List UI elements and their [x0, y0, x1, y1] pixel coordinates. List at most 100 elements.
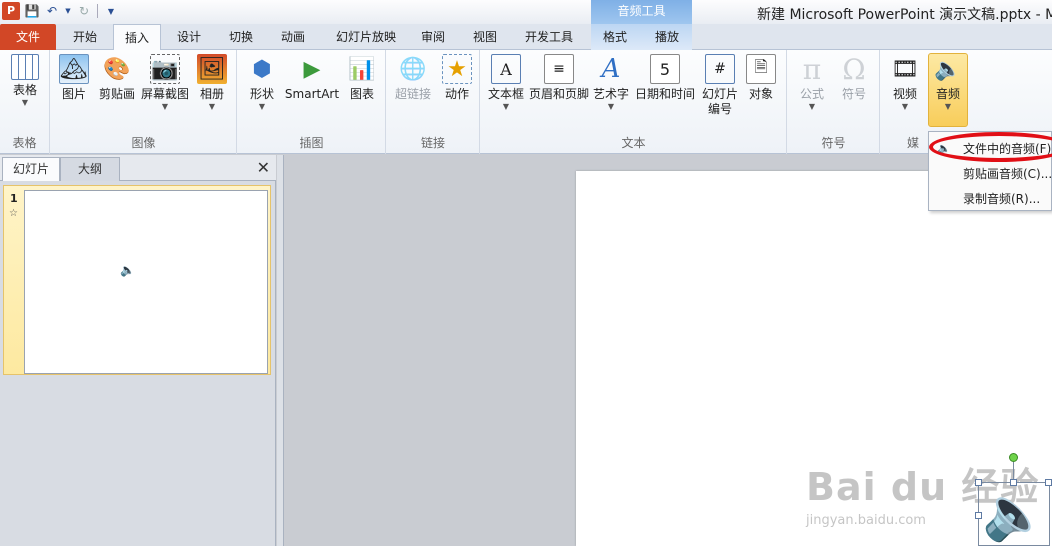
slide-thumbnail-selected[interactable]: 1 ☆ 🔈 [3, 185, 271, 375]
clipart-label: 剪贴画 [98, 87, 135, 101]
close-icon[interactable]: ✕ [257, 158, 270, 177]
album-button[interactable]: 🖼 相册 ▼ [195, 54, 229, 112]
speaker-icon: 🔈 [120, 263, 135, 277]
shapes-icon: ⬢ [252, 56, 272, 82]
window-title: 新建 Microsoft PowerPoint 演示文稿.pptx - Mic [757, 7, 1052, 23]
smartart-button[interactable]: ▶ SmartArt [284, 54, 340, 102]
textbox-icon: A [491, 54, 521, 84]
chevron-down-icon: ▼ [502, 102, 510, 111]
menu-item-record-audio[interactable]: 录制音频(R)... [963, 190, 1040, 207]
action-button[interactable]: ★ 动作 [439, 54, 475, 102]
chart-icon: 📊 [348, 56, 376, 82]
video-button[interactable]: 🎞 视频 ▼ [885, 54, 925, 112]
textbox-label: 文本框 [487, 87, 524, 101]
textbox-button[interactable]: A 文本框 ▼ [485, 54, 527, 112]
tab-animations[interactable]: 动画 [269, 24, 317, 50]
shapes-label: 形状 [249, 87, 274, 101]
album-label: 相册 [199, 87, 224, 101]
wordart-button[interactable]: A 艺术字 ▼ [591, 54, 631, 112]
audio-speaker-icon[interactable]: 🔈 [982, 488, 1047, 540]
tab-format[interactable]: 格式 [593, 24, 637, 50]
table-button[interactable]: 表格 ▼ [4, 54, 46, 108]
group-label-links: 链接 [420, 136, 445, 150]
chevron-down-icon: ▼ [161, 102, 169, 111]
symbol-label: 符号 [841, 87, 866, 101]
rotation-handle[interactable] [1009, 453, 1018, 462]
object-label: 对象 [748, 87, 773, 101]
redo-icon[interactable]: ↻ [76, 3, 92, 19]
tab-home[interactable]: 开始 [60, 24, 110, 50]
save-icon[interactable]: 💾 [24, 3, 40, 19]
resize-handle-nw[interactable] [975, 479, 982, 486]
film-reel-icon: 🎞 [891, 56, 919, 82]
group-illustrations: ⬢ 形状 ▼ ▶ SmartArt 📊 图表 插图 [238, 50, 386, 154]
tab-outline[interactable]: 大纲 [60, 157, 120, 181]
group-label-illustrations: 插图 [299, 136, 324, 150]
group-images: 🏔 图片 🎨 剪贴画 📷 屏幕截图 ▼ 🖼 相册 ▼ 图像 [51, 50, 237, 154]
chart-button[interactable]: 📊 图表 [344, 54, 380, 102]
hyperlink-label: 超链接 [394, 87, 431, 101]
powerpoint-logo-icon[interactable]: P [2, 2, 20, 20]
picture-button[interactable]: 🏔 图片 [57, 54, 91, 102]
chart-label: 图表 [349, 87, 374, 101]
slide-number-label-1: 幻灯片 [701, 87, 738, 101]
qat-separator [97, 4, 98, 18]
header-footer-button[interactable]: ≡ 页眉和页脚 [529, 54, 589, 102]
ribbon: 表格 ▼ 表格 🏔 图片 🎨 剪贴画 📷 屏幕截图 ▼ 🖼 相册 ▼ 图像 ⬢ … [0, 50, 1052, 154]
screenshot-label: 屏幕截图 [141, 87, 190, 101]
panel-tabs: 幻灯片 大纲 ✕ [0, 155, 276, 181]
undo-dropdown-icon[interactable]: ▼ [64, 3, 72, 19]
tab-developer[interactable]: 开发工具 [517, 24, 581, 50]
clipart-button[interactable]: 🎨 剪贴画 [95, 54, 139, 102]
slide-number-button[interactable]: # 幻灯片 编号 [699, 54, 741, 117]
hyperlink-button[interactable]: 🌐 超链接 [391, 54, 435, 102]
datetime-label: 日期和时间 [634, 87, 695, 101]
context-group-label: 音频工具 [591, 0, 692, 24]
tab-slides[interactable]: 幻灯片 [2, 157, 60, 181]
chevron-down-icon: ▼ [944, 102, 952, 111]
omega-icon: Ω [842, 52, 866, 86]
group-text: A 文本框 ▼ ≡ 页眉和页脚 A 艺术字 ▼ 5 日期和时间 # 幻灯片 编号… [481, 50, 787, 154]
speaker-icon: 🔈 [934, 56, 962, 82]
slide-thumbnail[interactable]: 🔈 [24, 190, 268, 374]
symbol-button[interactable]: Ω 符号 [836, 52, 872, 102]
audio-button[interactable]: 🔈 音频 ▼ [928, 53, 968, 127]
panel-splitter[interactable] [277, 155, 284, 546]
tab-view[interactable]: 视图 [463, 24, 507, 50]
tab-transitions[interactable]: 切换 [217, 24, 265, 50]
chevron-down-icon: ▼ [607, 102, 615, 111]
clipart-icon: 🎨 [103, 56, 131, 82]
tab-design[interactable]: 设计 [165, 24, 213, 50]
tab-file[interactable]: 文件 [0, 24, 56, 50]
chevron-down-icon: ▼ [258, 102, 266, 111]
tab-slideshow[interactable]: 幻灯片放映 [321, 24, 411, 50]
pi-icon: π [802, 52, 822, 86]
photo-album-icon: 🖼 [197, 54, 227, 84]
equation-label: 公式 [799, 87, 824, 101]
header-footer-icon: ≡ [544, 54, 574, 84]
shapes-button[interactable]: ⬢ 形状 ▼ [244, 54, 280, 112]
calendar-clock-icon: 5 [650, 54, 680, 84]
tab-review[interactable]: 审阅 [411, 24, 455, 50]
undo-icon[interactable]: ↶ [44, 3, 60, 19]
chevron-down-icon: ▼ [208, 102, 216, 111]
group-label-symbols: 符号 [821, 136, 846, 150]
screenshot-button[interactable]: 📷 屏幕截图 ▼ [141, 54, 189, 112]
group-table: 表格 ▼ 表格 [0, 50, 50, 154]
audio-label: 音频 [935, 87, 960, 101]
picture-label: 图片 [61, 87, 86, 101]
resize-handle-w[interactable] [975, 512, 982, 519]
quick-access-toolbar: P 💾 ↶ ▼ ↻ ▼ [2, 2, 119, 20]
customize-qat-icon[interactable]: ▼ [103, 3, 119, 19]
tab-playback[interactable]: 播放 [645, 24, 689, 50]
equation-button[interactable]: π 公式 ▼ [794, 52, 830, 112]
slides-panel: 幻灯片 大纲 ✕ 1 ☆ 🔈 [0, 155, 276, 546]
action-label: 动作 [444, 87, 469, 101]
tab-insert[interactable]: 插入 [113, 24, 161, 51]
table-icon [11, 54, 39, 80]
menu-item-clipart-audio[interactable]: 剪贴画音频(C)... [963, 165, 1052, 182]
object-button[interactable]: 🗎 对象 [743, 54, 779, 102]
header-footer-label: 页眉和页脚 [529, 87, 590, 101]
screenshot-icon: 📷 [150, 54, 180, 84]
datetime-button[interactable]: 5 日期和时间 [633, 54, 697, 102]
